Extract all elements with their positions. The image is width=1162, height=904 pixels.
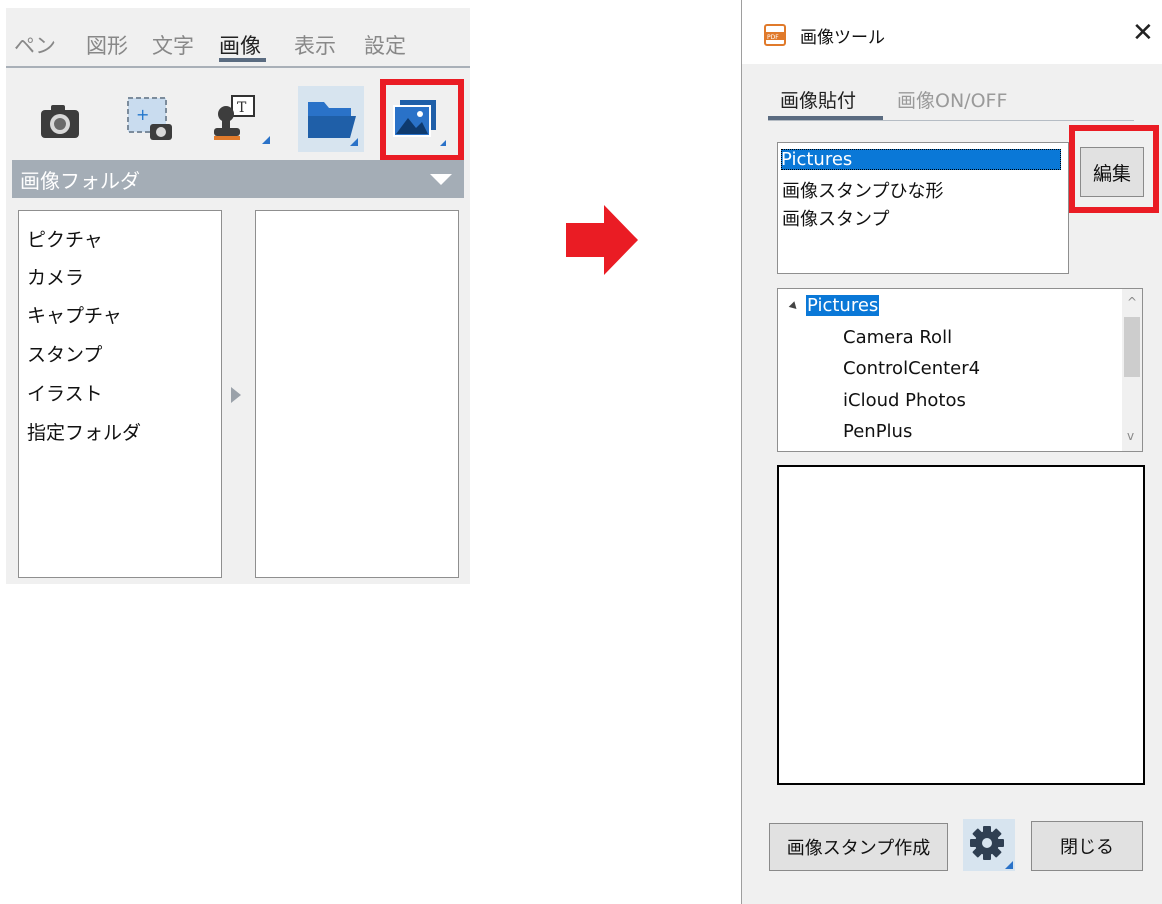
tab-image[interactable]: 画像: [219, 30, 261, 60]
scroll-up-icon[interactable]: ^: [1127, 295, 1137, 309]
image-tool-panel: ペン 図形 文字 画像 表示 設定 + T 画像フォルダ ピクチャ カメラ キャ…: [6, 8, 470, 584]
image-preview-area: [777, 465, 1145, 785]
tab-settings[interactable]: 設定: [364, 30, 406, 60]
tree-item-label: Camera Roll: [843, 327, 953, 348]
tab-text[interactable]: 文字: [152, 30, 194, 60]
dialog-title: 画像ツール: [800, 28, 885, 48]
svg-text:+: +: [136, 105, 149, 124]
dialog-titlebar: PDF 画像ツール ✕: [742, 0, 1162, 64]
folder-header-label: 画像フォルダ: [20, 169, 140, 193]
tab-view[interactable]: 表示: [294, 30, 336, 60]
expand-icon[interactable]: [824, 426, 833, 438]
tab-divider: [6, 66, 470, 68]
tree-item-penplus[interactable]: PenPlus: [824, 421, 913, 442]
tab-shapes[interactable]: 図形: [86, 30, 128, 60]
settings-button[interactable]: [963, 819, 1015, 871]
right-arrow-icon: [566, 205, 638, 275]
folder-item-capture[interactable]: キャプチャ: [27, 301, 122, 328]
close-icon[interactable]: ✕: [1132, 18, 1154, 48]
tab-image-onoff[interactable]: 画像ON/OFF: [897, 86, 1007, 113]
ribbon-tabbar: ペン 図形 文字 画像 表示 設定: [6, 8, 470, 68]
folder-item-pictures[interactable]: ピクチャ: [27, 225, 103, 252]
camera-icon: [41, 105, 79, 138]
tab-pen[interactable]: ペン: [14, 30, 56, 60]
screen-capture-icon: +: [127, 97, 172, 140]
tree-item-controlcenter4[interactable]: ControlCenter4: [824, 358, 981, 379]
tab-image-paste[interactable]: 画像貼付: [780, 86, 856, 113]
gear-icon: [970, 826, 1013, 869]
tree-item-camera-roll[interactable]: Camera Roll: [824, 327, 953, 348]
source-item-pictures[interactable]: Pictures: [781, 149, 1061, 170]
folder-item-camera[interactable]: カメラ: [27, 263, 84, 290]
expand-icon[interactable]: [824, 363, 833, 375]
tree-root-label: Pictures: [806, 295, 880, 316]
folder-content-list: [255, 210, 459, 578]
collapse-icon[interactable]: [788, 300, 800, 312]
folder-list: ピクチャ カメラ キャプチャ スタンプ イラスト 指定フォルダ: [18, 210, 222, 578]
folder-item-custom[interactable]: 指定フォルダ: [27, 418, 141, 445]
expand-icon[interactable]: [824, 332, 833, 344]
highlight-image-tool: [380, 79, 464, 161]
svg-text:T: T: [237, 100, 247, 116]
image-tool-dialog: PDF 画像ツール ✕ 画像貼付 画像ON/OFF Pictures 画像スタン…: [741, 0, 1162, 904]
close-button[interactable]: 閉じる: [1031, 821, 1143, 871]
folder-item-stamp[interactable]: スタンプ: [27, 340, 102, 367]
scroll-thumb[interactable]: [1124, 317, 1140, 377]
stamp-button[interactable]: T: [210, 86, 276, 152]
tree-root[interactable]: Pictures: [788, 295, 880, 316]
source-item-stamp[interactable]: 画像スタンプ: [782, 205, 889, 231]
svg-text:PDF: PDF: [767, 34, 779, 41]
highlight-edit-button: [1069, 125, 1159, 213]
stamp-icon: T: [214, 95, 270, 144]
folder-tree: Pictures Camera Roll ControlCenter4 iClo…: [777, 288, 1143, 452]
scroll-down-icon[interactable]: v: [1127, 429, 1134, 443]
tree-item-label: iCloud Photos: [843, 390, 966, 411]
expand-arrow-icon[interactable]: [231, 387, 241, 403]
tab-divider: [768, 120, 1134, 121]
source-item-stamp-template[interactable]: 画像スタンプひな形: [782, 177, 943, 203]
image-folder-header[interactable]: 画像フォルダ: [12, 160, 464, 198]
image-source-list: Pictures 画像スタンプひな形 画像スタンプ: [777, 142, 1069, 274]
dropdown-arrow-icon[interactable]: [430, 174, 452, 185]
capture-button[interactable]: +: [122, 86, 188, 152]
tree-item-label: PenPlus: [843, 421, 913, 442]
create-image-stamp-button[interactable]: 画像スタンプ作成: [769, 823, 948, 871]
folder-item-illust[interactable]: イラスト: [27, 379, 103, 406]
tree-item-label: ControlCenter4: [843, 358, 981, 379]
pdf-app-icon: PDF: [764, 24, 786, 46]
folder-icon: [308, 102, 358, 146]
tree-item-icloud-photos[interactable]: iCloud Photos: [824, 390, 966, 411]
active-tab-indicator: [219, 58, 266, 62]
expand-icon[interactable]: [824, 395, 833, 407]
image-folder-button[interactable]: [298, 86, 364, 152]
tree-scrollbar[interactable]: ^ v: [1122, 289, 1142, 451]
camera-button[interactable]: [34, 86, 100, 152]
